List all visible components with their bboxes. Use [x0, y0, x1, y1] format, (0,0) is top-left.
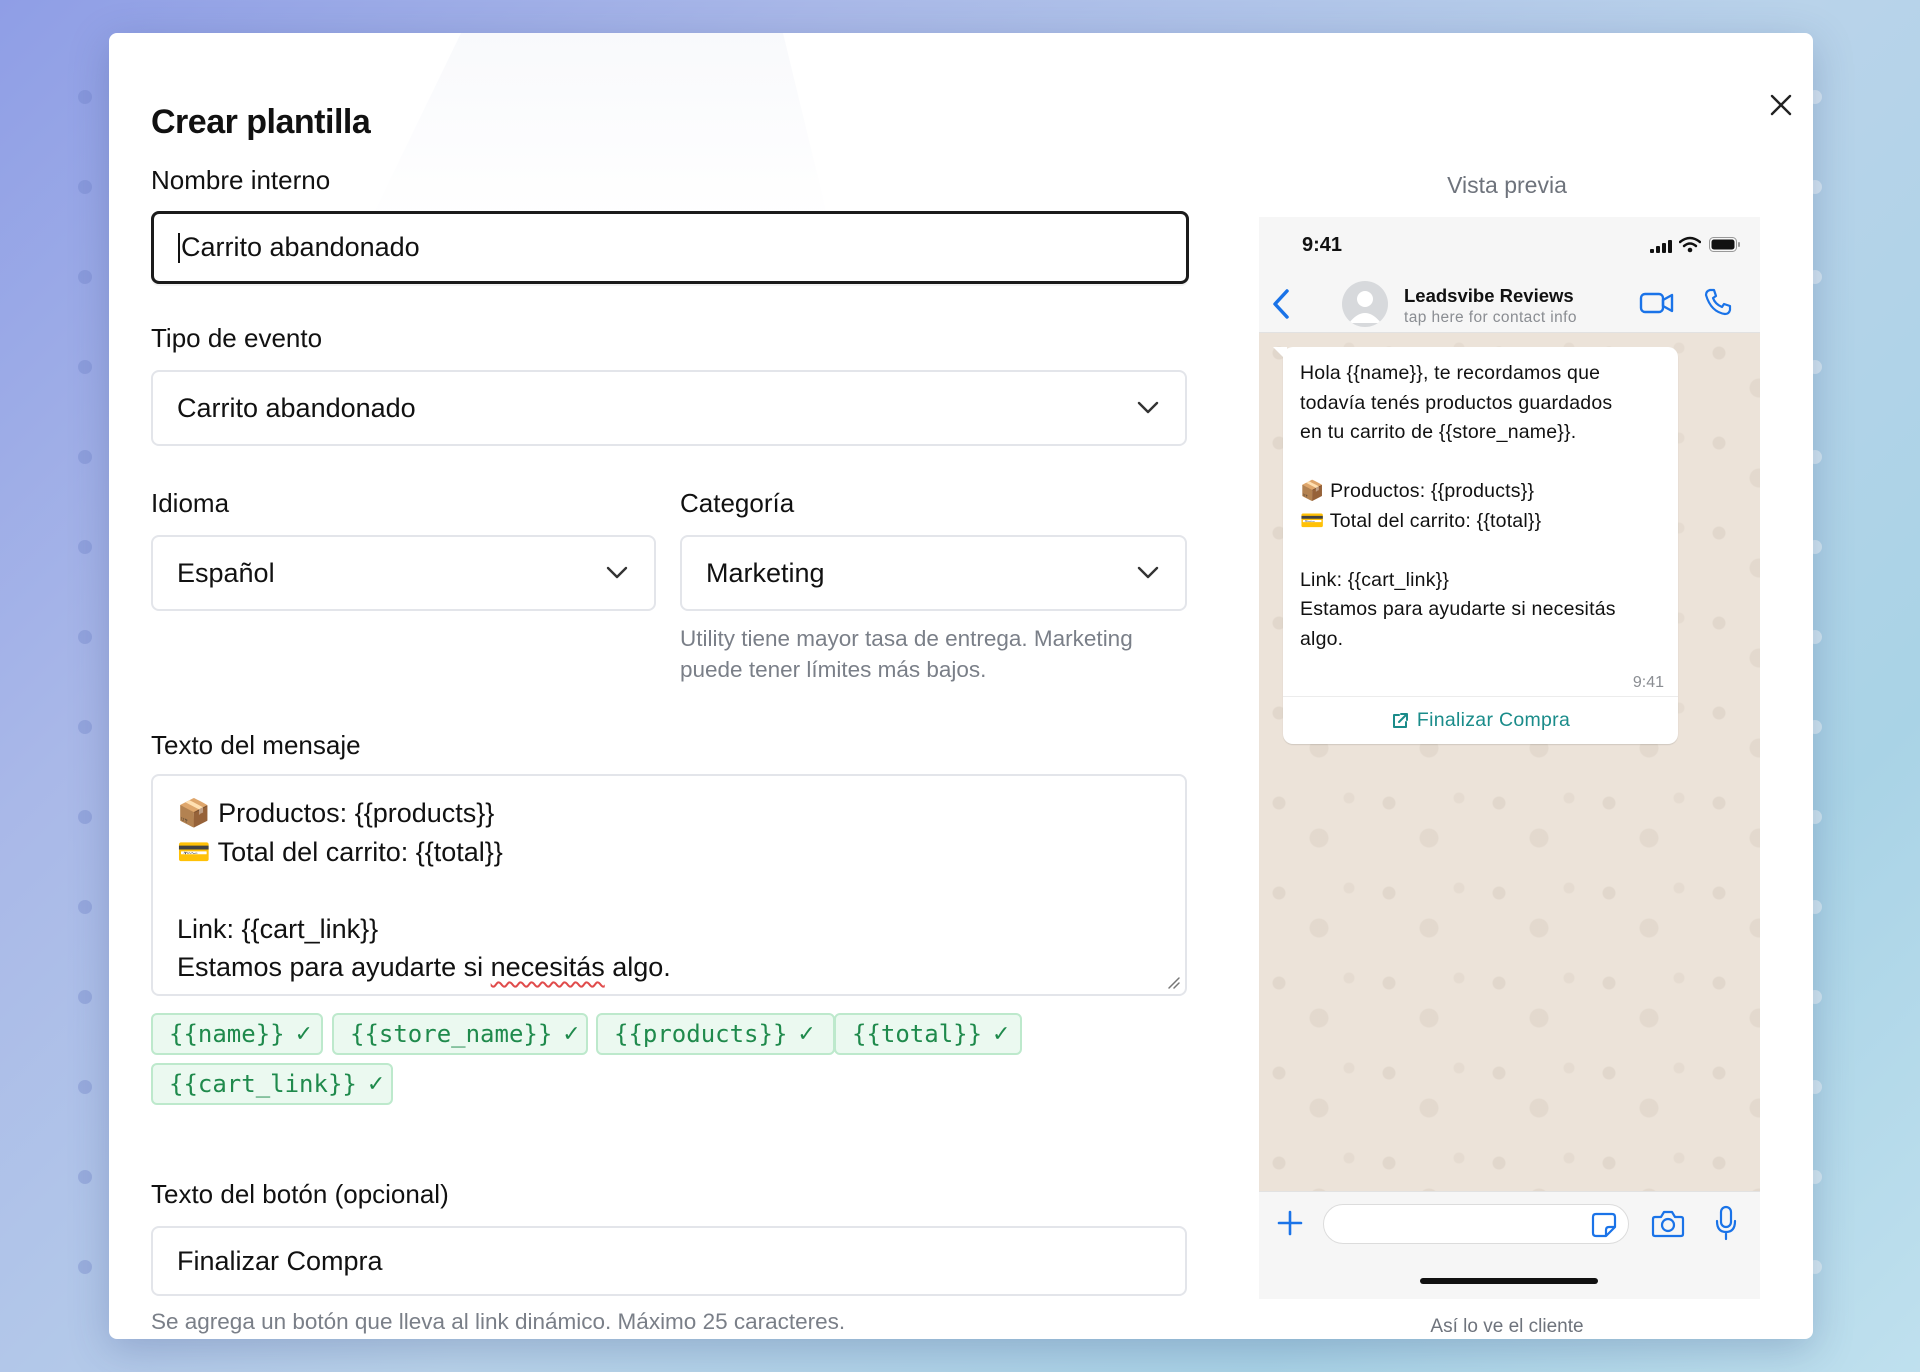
check-icon: ✓ [562, 1021, 581, 1047]
chat-message-input[interactable] [1323, 1204, 1629, 1244]
wifi-icon [1679, 236, 1701, 253]
chevron-down-icon [1137, 566, 1159, 579]
check-icon: ✓ [797, 1021, 816, 1047]
variable-tag-label: {{cart_link}} [169, 1070, 357, 1098]
contact-name[interactable]: Leadsvibe Reviews [1404, 285, 1574, 307]
button-text-help: Se agrega un botón que lleva al link din… [151, 1309, 846, 1334]
external-link-icon [1392, 712, 1408, 728]
chat-header: Leadsvibe Reviews tap here for contact i… [1259, 275, 1760, 333]
signal-icon [1650, 240, 1672, 253]
bubble-line [1300, 448, 1661, 478]
message-line: Link: {{cart_link}} [177, 913, 379, 944]
language-label: Idioma [151, 488, 230, 518]
category-help-line: puede tener límites más bajos. [680, 657, 987, 682]
back-arrow-icon[interactable] [1271, 287, 1291, 321]
variable-tag-store-name[interactable]: {{store_name}} ✓ [332, 1013, 588, 1055]
check-icon: ✓ [294, 1021, 314, 1047]
camera-icon[interactable] [1651, 1209, 1685, 1239]
bubble-line: todavía tenés productos guardados [1300, 391, 1613, 414]
check-icon: ✓ [992, 1021, 1011, 1047]
chat-area: Hola {{name}}, te recordamos que todavía… [1259, 333, 1760, 1191]
avatar[interactable] [1342, 281, 1388, 327]
bubble-line: 📦 Productos: {{products}} [1300, 480, 1535, 502]
message-textarea[interactable]: 📦 Productos: {{products}} 💳 Total del ca… [151, 774, 1187, 996]
bubble-cta-button[interactable]: Finalizar Compra [1283, 696, 1678, 744]
variable-tag-label: {{name}} [169, 1020, 285, 1048]
variable-tag-products[interactable]: {{products}} ✓ [596, 1013, 835, 1055]
background-dots-left [78, 80, 94, 1280]
close-icon [1770, 94, 1792, 116]
default-avatar-icon [1349, 291, 1381, 323]
button-text-label: Texto del botón (opcional) [151, 1179, 449, 1209]
bubble-line: Estamos para ayudarte si necesitás [1300, 598, 1616, 620]
preview-title: Vista previa [1447, 172, 1567, 198]
internal-name-input[interactable]: Carrito abandonado [151, 211, 1189, 284]
category-value: Marketing [706, 557, 825, 588]
message-text: algo. [604, 952, 671, 982]
message-label: Texto del mensaje [151, 730, 361, 760]
message-text: Estamos para ayudarte si [177, 952, 491, 982]
category-select[interactable]: Marketing [680, 535, 1187, 611]
bubble-line: Hola {{name}}, te recordamos que [1300, 362, 1601, 384]
variable-tag-label: {{store_name}} [350, 1020, 553, 1048]
event-type-label: Tipo de evento [151, 323, 323, 353]
message-bubble: Hola {{name}}, te recordamos que todavía… [1273, 347, 1678, 744]
language-value: Español [177, 557, 275, 588]
variable-tag-label: {{total}} [852, 1020, 983, 1048]
status-time: 9:41 [1302, 234, 1343, 256]
phone-icon[interactable] [1703, 287, 1733, 317]
video-call-icon[interactable] [1639, 290, 1675, 316]
bubble-time: 9:41 [1632, 674, 1664, 691]
bubble-line [1300, 536, 1661, 566]
variable-tag-name[interactable]: {{name}} ✓ [151, 1013, 323, 1055]
category-help: Utility tiene mayor tasa de entrega. Mar… [680, 623, 1133, 685]
internal-name-value: Carrito abandonado [181, 232, 420, 262]
battery-icon [1709, 237, 1740, 252]
sticker-icon[interactable] [1590, 1211, 1618, 1239]
button-text-value: Finalizar Compra [177, 1245, 383, 1276]
bubble-line: Link: {{cart_link}} [1300, 568, 1450, 591]
chevron-down-icon [606, 566, 628, 579]
whatsapp-preview: 9:41 Leadsvibe Reviews tap here for cont… [1259, 217, 1760, 1299]
text-caret [178, 232, 180, 263]
close-button[interactable] [1763, 87, 1799, 123]
variable-tag-label: {{products}} [614, 1020, 788, 1048]
spellcheck-word: necesitás [490, 952, 605, 982]
plus-icon[interactable] [1276, 1209, 1304, 1237]
phone-status-bar: 9:41 [1259, 217, 1760, 275]
chat-input-bar [1259, 1191, 1760, 1299]
contact-subtitle: tap here for contact info [1404, 309, 1577, 326]
button-text-input[interactable]: Finalizar Compra [151, 1226, 1187, 1296]
message-line [177, 871, 1161, 910]
category-label: Categoría [680, 488, 795, 518]
preview-footer: Así lo ve el cliente [1430, 1316, 1584, 1337]
message-line: 📦 Productos: {{products}} [177, 798, 495, 828]
bubble-line: en tu carrito de {{store_name}}. [1300, 421, 1577, 443]
bubble-tail [1273, 347, 1287, 361]
variable-tag-total[interactable]: {{total}} ✓ [834, 1013, 1022, 1055]
resize-handle-icon[interactable] [1165, 974, 1181, 990]
bubble-line: algo. [1300, 627, 1344, 650]
modal-title: Crear plantilla [151, 103, 371, 141]
internal-name-label: Nombre interno [151, 165, 331, 195]
event-type-select[interactable]: Carrito abandonado [151, 370, 1187, 446]
modal-decoration [369, 33, 829, 223]
bubble-text: Hola {{name}}, te recordamos que todavía… [1283, 347, 1678, 654]
variable-tag-cart-link[interactable]: {{cart_link}} ✓ [151, 1063, 393, 1105]
microphone-icon[interactable] [1715, 1205, 1737, 1241]
bubble-cta-label: Finalizar Compra [1416, 709, 1571, 731]
chevron-down-icon [1137, 401, 1159, 414]
home-indicator [1420, 1278, 1598, 1284]
language-select[interactable]: Español [151, 535, 656, 611]
bubble-line: 💳 Total del carrito: {{total}} [1300, 509, 1542, 532]
message-line: 💳 Total del carrito: {{total}} [177, 836, 503, 867]
check-icon: ✓ [366, 1071, 386, 1097]
category-help-line: Utility tiene mayor tasa de entrega. Mar… [680, 626, 1133, 651]
event-type-value: Carrito abandonado [177, 392, 416, 423]
message-line: Estamos para ayudarte si necesitás algo. [177, 948, 1161, 987]
